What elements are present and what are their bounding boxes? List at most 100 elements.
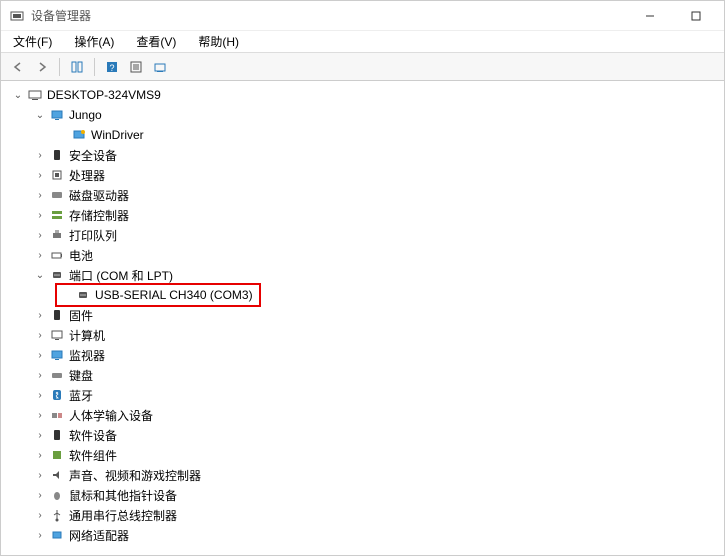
usb-icon — [49, 507, 65, 523]
toolbar-separator — [59, 58, 60, 76]
tree-label: 鼠标和其他指针设备 — [69, 487, 177, 504]
tree-label: 计算机 — [69, 327, 105, 344]
tree-node-diskdrives[interactable]: › 磁盘驱动器 — [5, 185, 724, 205]
tree-label: 处理器 — [69, 167, 105, 184]
tree-node-security[interactable]: › 安全设备 — [5, 145, 724, 165]
chevron-right-icon[interactable]: › — [33, 528, 47, 542]
monitor-icon — [49, 347, 65, 363]
tree-node-computer[interactable]: › 计算机 — [5, 325, 724, 345]
tree-label: 软件设备 — [69, 427, 117, 444]
firmware-icon — [49, 307, 65, 323]
tree-node-usbserial[interactable]: USB-SERIAL CH340 (COM3) — [5, 285, 724, 305]
titlebar: 设备管理器 — [1, 1, 724, 31]
chevron-down-icon[interactable]: ⌄ — [11, 88, 25, 102]
tree-label: WinDriver — [91, 128, 144, 142]
menubar: 文件(F) 操作(A) 查看(V) 帮助(H) — [1, 31, 724, 53]
menu-help[interactable]: 帮助(H) — [194, 31, 243, 52]
computer-icon — [27, 87, 43, 103]
tree-node-processors[interactable]: › 处理器 — [5, 165, 724, 185]
toolbar-separator — [94, 58, 95, 76]
port-icon — [49, 267, 65, 283]
chevron-right-icon[interactable]: › — [33, 248, 47, 262]
chevron-right-icon[interactable]: › — [33, 328, 47, 342]
tree-label: 网络适配器 — [69, 527, 129, 544]
chevron-right-icon[interactable]: › — [33, 368, 47, 382]
minimize-button[interactable] — [636, 6, 664, 26]
expander-empty — [59, 288, 73, 302]
sound-icon — [49, 467, 65, 483]
storage-icon — [49, 207, 65, 223]
chevron-right-icon[interactable]: › — [33, 448, 47, 462]
menu-file[interactable]: 文件(F) — [9, 31, 56, 52]
chevron-down-icon[interactable]: ⌄ — [33, 108, 47, 122]
help-button[interactable]: ? — [101, 56, 123, 78]
tree-label: 打印队列 — [69, 227, 117, 244]
tree-label: 端口 (COM 和 LPT) — [69, 267, 173, 284]
toolbar: ? — [1, 53, 724, 81]
chevron-right-icon[interactable]: › — [33, 408, 47, 422]
chevron-right-icon[interactable]: › — [33, 388, 47, 402]
window-title: 设备管理器 — [31, 7, 636, 24]
maximize-button[interactable] — [682, 6, 710, 26]
tree-node-softdev[interactable]: › 软件设备 — [5, 425, 724, 445]
printer-icon — [49, 227, 65, 243]
tree-node-batteries[interactable]: › 电池 — [5, 245, 724, 265]
tree-node-mice[interactable]: › 鼠标和其他指针设备 — [5, 485, 724, 505]
tree-node-keyboards[interactable]: › 键盘 — [5, 365, 724, 385]
tree-label: 安全设备 — [69, 147, 117, 164]
chevron-right-icon[interactable]: › — [33, 508, 47, 522]
tree-root[interactable]: ⌄ DESKTOP-324VMS9 — [5, 85, 724, 105]
monitor-icon — [49, 107, 65, 123]
tree-node-bluetooth[interactable]: › 蓝牙 — [5, 385, 724, 405]
tree-label: 通用串行总线控制器 — [69, 507, 177, 524]
hid-icon — [49, 407, 65, 423]
tree-node-windriver[interactable]: WinDriver — [5, 125, 724, 145]
app-icon — [9, 8, 25, 24]
forward-button[interactable] — [31, 56, 53, 78]
tree-node-hid[interactable]: › 人体学输入设备 — [5, 405, 724, 425]
chevron-right-icon[interactable]: › — [33, 188, 47, 202]
tree-label: 监视器 — [69, 347, 105, 364]
chevron-right-icon[interactable]: › — [33, 468, 47, 482]
tree-label: DESKTOP-324VMS9 — [47, 88, 161, 102]
battery-icon — [49, 247, 65, 263]
computer-icon — [49, 327, 65, 343]
tree-label: 磁盘驱动器 — [69, 187, 129, 204]
menu-action[interactable]: 操作(A) — [70, 31, 118, 52]
chevron-right-icon[interactable]: › — [33, 228, 47, 242]
tree-node-jungo[interactable]: ⌄ Jungo — [5, 105, 724, 125]
chevron-right-icon[interactable]: › — [33, 488, 47, 502]
tree-node-storage[interactable]: › 存储控制器 — [5, 205, 724, 225]
chevron-right-icon[interactable]: › — [33, 428, 47, 442]
tree-label: USB-SERIAL CH340 (COM3) — [95, 288, 253, 302]
show-hide-tree-button[interactable] — [66, 56, 88, 78]
disk-icon — [49, 187, 65, 203]
highlight-box: USB-SERIAL CH340 (COM3) — [55, 283, 261, 307]
tree-node-printqueues[interactable]: › 打印队列 — [5, 225, 724, 245]
properties-button[interactable] — [125, 56, 147, 78]
security-icon — [49, 147, 65, 163]
tree-label: 软件组件 — [69, 447, 117, 464]
tree-node-usb[interactable]: › 通用串行总线控制器 — [5, 505, 724, 525]
tree-node-network[interactable]: › 网络适配器 — [5, 525, 724, 545]
tree-node-monitors[interactable]: › 监视器 — [5, 345, 724, 365]
cpu-icon — [49, 167, 65, 183]
component-icon — [49, 447, 65, 463]
tree-node-softcomp[interactable]: › 软件组件 — [5, 445, 724, 465]
chevron-right-icon[interactable]: › — [33, 208, 47, 222]
chevron-right-icon[interactable]: › — [33, 308, 47, 322]
scan-hardware-button[interactable] — [149, 56, 171, 78]
chevron-right-icon[interactable]: › — [33, 168, 47, 182]
chevron-right-icon[interactable]: › — [33, 148, 47, 162]
device-tree[interactable]: ⌄ DESKTOP-324VMS9 ⌄ Jungo WinDriver › 安全… — [1, 81, 724, 555]
tree-label: 键盘 — [69, 367, 93, 384]
chevron-right-icon[interactable]: › — [33, 348, 47, 362]
tree-node-firmware[interactable]: › 固件 — [5, 305, 724, 325]
chevron-down-icon[interactable]: ⌄ — [33, 268, 47, 282]
menu-view[interactable]: 查看(V) — [132, 31, 180, 52]
tree-label: 固件 — [69, 307, 93, 324]
tree-label: 人体学输入设备 — [69, 407, 153, 424]
tree-node-sound[interactable]: › 声音、视频和游戏控制器 — [5, 465, 724, 485]
back-button[interactable] — [7, 56, 29, 78]
tree-node-ports[interactable]: ⌄ 端口 (COM 和 LPT) — [5, 265, 724, 285]
